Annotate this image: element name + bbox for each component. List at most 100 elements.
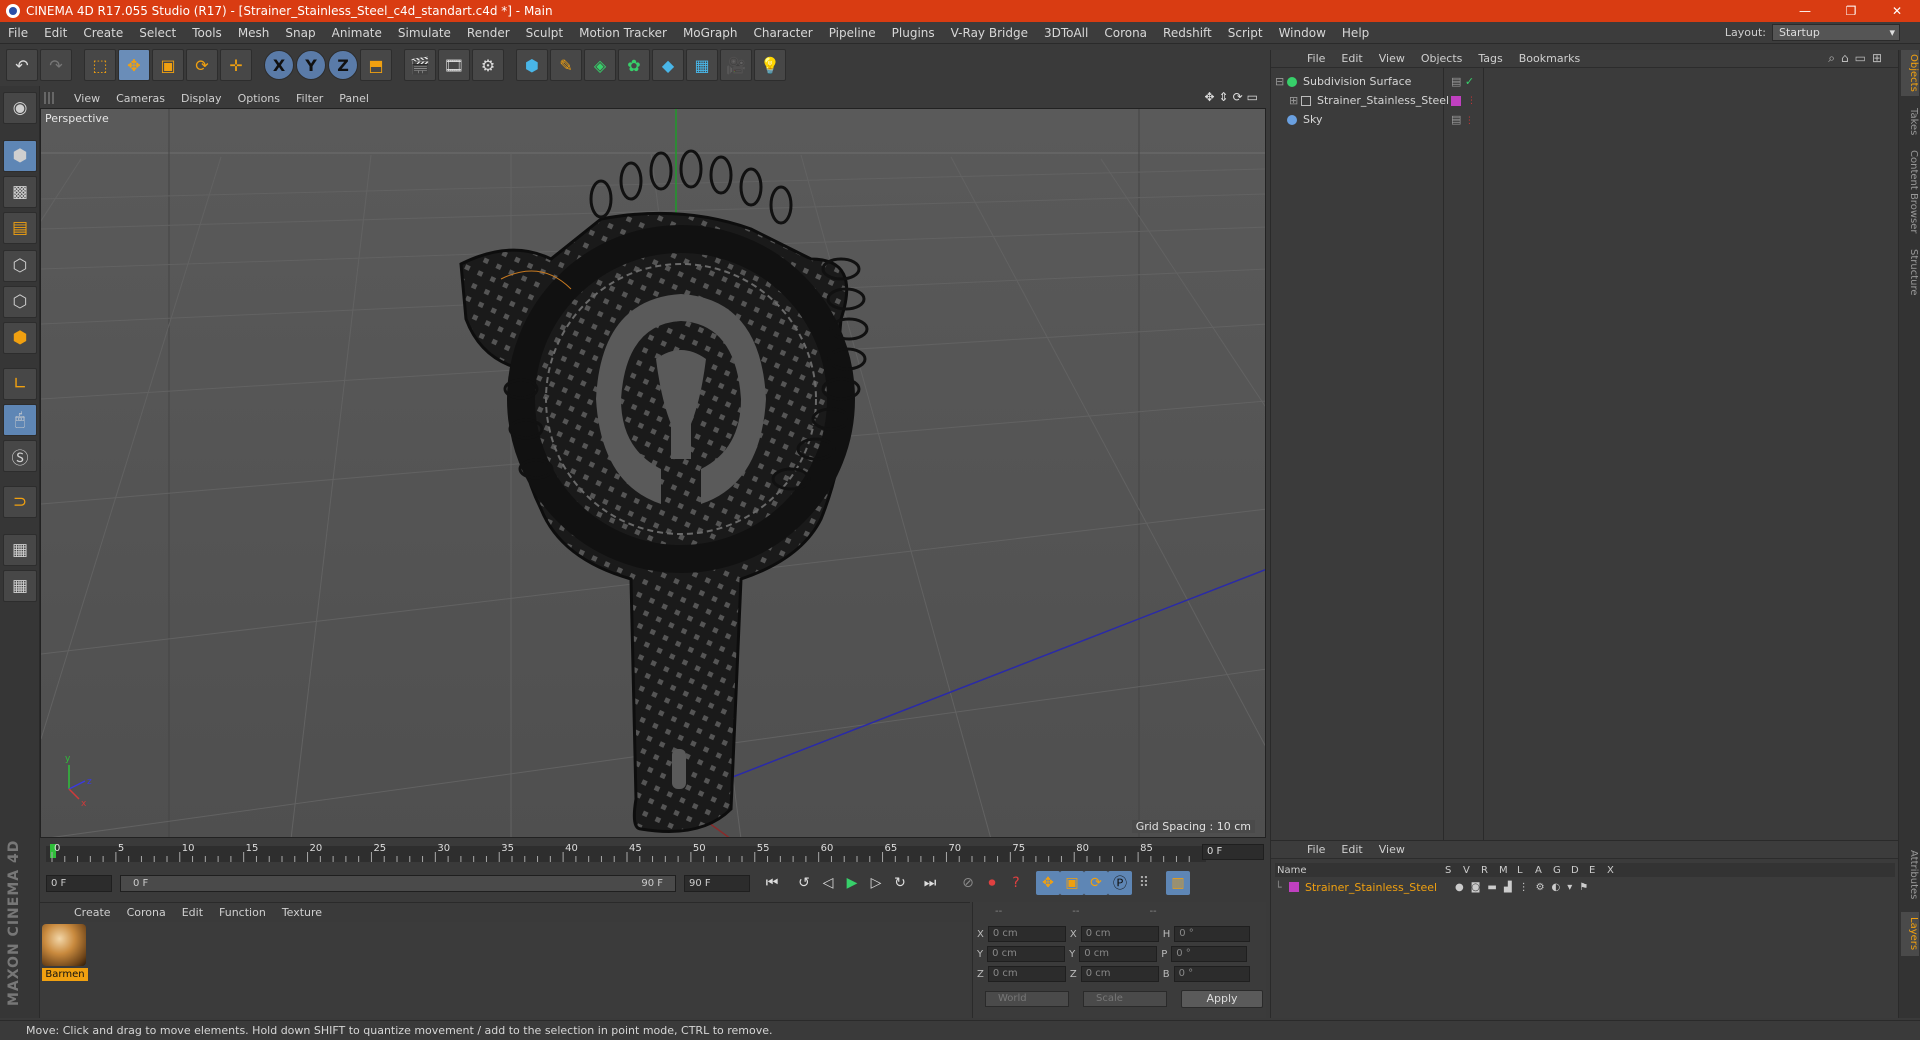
viewport-menu-view[interactable]: View <box>66 92 108 105</box>
scale-tool-button[interactable]: ▣ <box>152 49 184 81</box>
live-selection-tool-button[interactable]: ⬚ <box>84 49 116 81</box>
x-axis-lock-button[interactable]: X <box>264 50 294 80</box>
redo-button[interactable]: ↷ <box>40 49 72 81</box>
object-name[interactable]: Sky <box>1303 113 1322 126</box>
menu-sculpt[interactable]: Sculpt <box>518 26 571 40</box>
position-y-field[interactable]: 0 cm <box>987 946 1066 962</box>
keyframe-selection-button[interactable]: ? <box>1004 871 1028 895</box>
timeline-window-button[interactable]: ▥ <box>1166 871 1190 895</box>
material-menu-texture[interactable]: Texture <box>274 906 330 919</box>
menu-corona[interactable]: Corona <box>1096 26 1155 40</box>
layer-col-v[interactable]: V <box>1463 865 1481 876</box>
viewport-maximize-icon[interactable]: ▭ <box>1247 90 1258 104</box>
layers-menu-edit[interactable]: Edit <box>1333 843 1370 856</box>
objects-menu-view[interactable]: View <box>1371 52 1413 65</box>
edit-render-settings-button[interactable]: ⚙ <box>472 49 504 81</box>
menu-mograph[interactable]: MoGraph <box>675 26 746 40</box>
objects-menu-edit[interactable]: Edit <box>1333 52 1370 65</box>
move-tool-button[interactable]: ✥ <box>118 49 150 81</box>
apply-button[interactable]: Apply <box>1181 990 1263 1008</box>
viewport-rotate-icon[interactable]: ⟳ <box>1233 90 1243 104</box>
layer-col-a[interactable]: A <box>1535 865 1553 876</box>
axis-mode-icon[interactable]: ∟ <box>3 368 37 400</box>
visibility-toggle-icon[interactable]: ▤ ✓ <box>1451 75 1474 88</box>
edges-mode-icon[interactable]: ⬡ <box>3 286 37 318</box>
rotation-p-field[interactable]: 0 ° <box>1171 946 1248 962</box>
material-menu-function[interactable]: Function <box>211 906 274 919</box>
layer-col-m[interactable]: M <box>1499 865 1517 876</box>
points-mode-icon[interactable]: ⬡ <box>3 250 37 282</box>
layer-col-l[interactable]: L <box>1517 865 1535 876</box>
key-parameter-button[interactable]: Ⓟ <box>1108 871 1132 895</box>
add-subdivision-surface-button[interactable]: ◈ <box>584 49 616 81</box>
layers-menu-view[interactable]: View <box>1371 843 1413 856</box>
tab-layers[interactable]: Layers <box>1901 912 1919 956</box>
material-swatch-barmen[interactable] <box>42 924 86 966</box>
snap-magnet-icon[interactable]: ⊃ <box>3 486 37 518</box>
workplane-mode-icon[interactable]: ▤ <box>3 212 37 244</box>
size-x-field[interactable]: 0 cm <box>1080 926 1159 942</box>
object-row-sky[interactable]: Sky ▤ ⋮ <box>1275 110 1895 129</box>
panel-grip-icon[interactable] <box>44 92 56 104</box>
menu-help[interactable]: Help <box>1334 26 1377 40</box>
y-axis-lock-button[interactable]: Y <box>296 50 326 80</box>
layers-menu-file[interactable]: File <box>1299 843 1333 856</box>
key-point-level-button[interactable]: ⠿ <box>1132 871 1156 895</box>
start-frame-field[interactable]: 0 F <box>46 874 112 892</box>
layer-col-name[interactable]: Name <box>1275 865 1445 876</box>
menu-tools[interactable]: Tools <box>184 26 230 40</box>
current-frame-field[interactable]: 0 F <box>1202 844 1264 860</box>
layer-flag-icons[interactable]: ●◙▬▟⋮⚙◐▾⚑ <box>1455 882 1595 893</box>
key-scale-button[interactable]: ▣ <box>1060 871 1084 895</box>
object-name[interactable]: Subdivision Surface <box>1303 75 1411 88</box>
polygons-mode-icon[interactable]: ⬢ <box>3 322 37 354</box>
layer-row[interactable]: └ Strainer_Stainless_Steel ●◙▬▟⋮⚙◐▾⚑ <box>1275 879 1895 895</box>
record-keys-button[interactable]: ⊘ <box>956 871 980 895</box>
object-row-strainer[interactable]: ⊞ Strainer_Stainless_Steel ⋮ <box>1275 91 1895 110</box>
add-deformer-button[interactable]: ◆ <box>652 49 684 81</box>
material-menu-create[interactable]: Create <box>66 906 119 919</box>
viewport-menu-cameras[interactable]: Cameras <box>108 92 173 105</box>
menu-create[interactable]: Create <box>75 26 131 40</box>
viewport-pan-icon[interactable]: ✥ <box>1204 90 1214 104</box>
material-menu-corona[interactable]: Corona <box>119 906 174 919</box>
position-z-field[interactable]: 0 cm <box>987 966 1066 982</box>
menu-window[interactable]: Window <box>1271 26 1334 40</box>
key-position-button[interactable]: ✥ <box>1036 871 1060 895</box>
key-rotation-button[interactable]: ⟳ <box>1084 871 1108 895</box>
tab-structure[interactable]: Structure <box>1901 242 1919 302</box>
position-x-field[interactable]: 0 cm <box>987 926 1066 942</box>
material-menu-edit[interactable]: Edit <box>174 906 211 919</box>
rotation-h-field[interactable]: 0 ° <box>1174 926 1251 942</box>
menu-plugins[interactable]: Plugins <box>884 26 943 40</box>
menu-file[interactable]: File <box>0 26 36 40</box>
rotation-b-field[interactable]: 0 ° <box>1173 966 1250 982</box>
menu-motion-tracker[interactable]: Motion Tracker <box>571 26 675 40</box>
add-light-button[interactable]: 💡 <box>754 49 786 81</box>
previous-frame-button[interactable]: ◁ <box>816 871 840 895</box>
object-manager-nav-icons[interactable]: ⌕⌂▭⊞ <box>1828 51 1888 66</box>
planar-workplane-icon[interactable]: ▦ <box>3 570 37 602</box>
coordinate-space-dropdown[interactable]: World <box>985 991 1069 1007</box>
layer-name[interactable]: Strainer_Stainless_Steel <box>1305 881 1455 894</box>
menu-3dtoall[interactable]: 3DToAll <box>1036 26 1096 40</box>
tab-takes[interactable]: Takes <box>1901 102 1919 142</box>
tweak-mode-icon[interactable]: 🖱 <box>3 404 37 436</box>
go-to-start-button[interactable]: ⏮ <box>760 871 784 895</box>
coordinate-system-button[interactable]: ⬒ <box>360 49 392 81</box>
render-to-picture-viewer-button[interactable]: 🎞 <box>438 49 470 81</box>
menu-vray-bridge[interactable]: V-Ray Bridge <box>943 26 1036 40</box>
menu-mesh[interactable]: Mesh <box>230 26 278 40</box>
add-floor-button[interactable]: ▦ <box>686 49 718 81</box>
menu-simulate[interactable]: Simulate <box>390 26 459 40</box>
menu-select[interactable]: Select <box>131 26 184 40</box>
objects-menu-file[interactable]: File <box>1299 52 1333 65</box>
preview-range-slider[interactable]: 0 F 90 F <box>120 874 676 892</box>
z-axis-lock-button[interactable]: Z <box>328 50 358 80</box>
visibility-dots-icon[interactable]: ⋮ <box>1467 96 1476 106</box>
menu-pipeline[interactable]: Pipeline <box>821 26 884 40</box>
texture-mode-icon[interactable]: ▩ <box>3 176 37 208</box>
restore-button[interactable]: ❐ <box>1828 0 1874 22</box>
tab-objects[interactable]: Objects <box>1901 50 1919 96</box>
next-frame-button[interactable]: ▷ <box>864 871 888 895</box>
